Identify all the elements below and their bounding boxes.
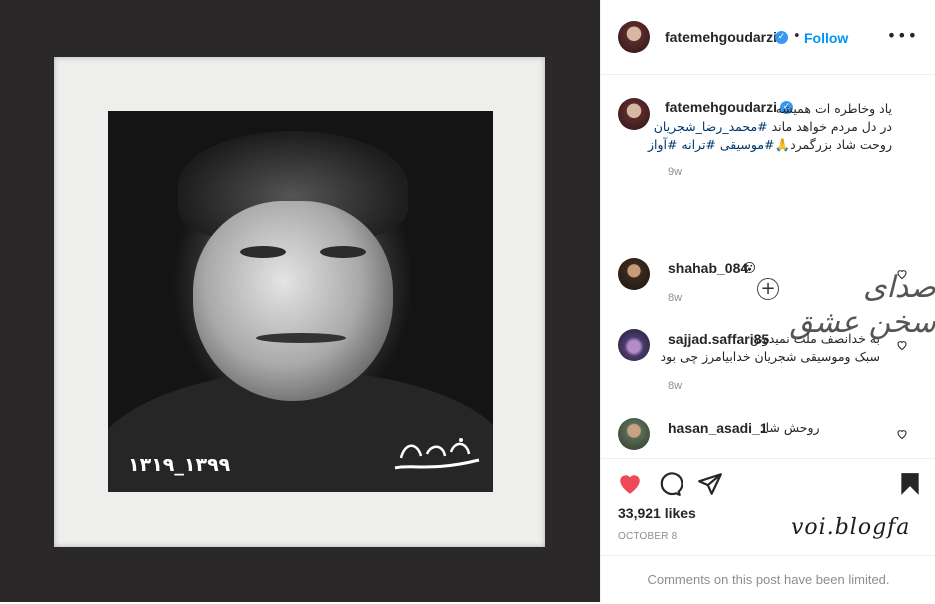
caption-line-3: روحت شاد بزرگمرد🙏#موسیقی #ترانه #آواز: [647, 137, 892, 152]
avatar[interactable]: [618, 21, 650, 53]
like-heart-icon[interactable]: [617, 471, 643, 497]
likes-count[interactable]: 33,921 likes: [618, 505, 696, 521]
comment-username[interactable]: shahab_084: [668, 260, 748, 276]
follow-button[interactable]: Follow: [804, 30, 848, 46]
post-media[interactable]: ۱۳۱۹_۱۳۹۹: [0, 0, 600, 602]
comment-limited-bar: Comments on this post have been limited.: [601, 555, 935, 604]
more-options-icon[interactable]: •••: [887, 26, 918, 45]
like-comment-heart-icon[interactable]: [896, 339, 908, 351]
comment-text-line-2: سبک وموسیقی شجریان خدابیامرز چی بود: [660, 349, 880, 364]
post-actions: 33,921 likes OCTOBER 8 voi.blogfa Commen…: [601, 458, 935, 603]
comment-avatar[interactable]: [618, 258, 650, 290]
calligraphy-caption-image: صدای سخن عشق: [789, 270, 935, 340]
share-icon[interactable]: [697, 471, 723, 497]
like-comment-heart-icon[interactable]: [896, 428, 908, 440]
hashtag-link[interactable]: #موسیقی #ترانه #آواز: [648, 137, 775, 152]
portrait-photo: ۱۳۱۹_۱۳۹۹: [108, 111, 493, 492]
comment-timestamp: 8w: [668, 292, 683, 304]
comment-avatar[interactable]: [618, 418, 650, 450]
save-bookmark-icon[interactable]: [897, 471, 923, 497]
verified-badge-icon: ✓: [775, 31, 788, 44]
comment-timestamp: 8w: [668, 380, 683, 392]
comments-limited-message: Comments on this post have been limited.: [647, 572, 890, 587]
comment-text-line-1: به خدانصف ملت نمیدونن: [749, 331, 880, 346]
comment-username[interactable]: hasan_asadi_1: [668, 420, 768, 436]
hashtag-link[interactable]: #محمد_رضا_شجریان: [654, 119, 768, 134]
caption-line-2: در دل مردم خواهد ماند #محمد_رضا_شجریان: [653, 119, 892, 134]
comment-avatar[interactable]: [618, 329, 650, 361]
sobh-cinema-logo: [394, 438, 480, 470]
caption-line-1: یاد وخاطره ات همیشه: [775, 101, 892, 116]
comment-text: 😮: [743, 260, 757, 275]
caption-timestamp: 9w: [668, 166, 683, 178]
comment-text: روحش شاد: [760, 420, 820, 435]
photo-dates: ۱۳۱۹_۱۳۹۹: [128, 454, 231, 476]
caption-username[interactable]: fatemehgoudarzi: [665, 99, 777, 115]
header-username[interactable]: fatemehgoudarzi: [665, 29, 777, 45]
post-side-panel: fatemehgoudarzi ✓ • Follow ••• fatemehgo…: [600, 0, 935, 602]
caption-avatar[interactable]: [618, 98, 650, 130]
add-circle-icon: +: [757, 278, 779, 300]
post-date[interactable]: OCTOBER 8: [618, 531, 677, 542]
comment-icon[interactable]: [657, 471, 683, 497]
blog-watermark: voi.blogfa: [791, 515, 911, 540]
like-comment-heart-icon[interactable]: [896, 268, 908, 280]
separator-dot: •: [793, 29, 801, 44]
post-header: fatemehgoudarzi ✓ • Follow •••: [601, 0, 935, 75]
